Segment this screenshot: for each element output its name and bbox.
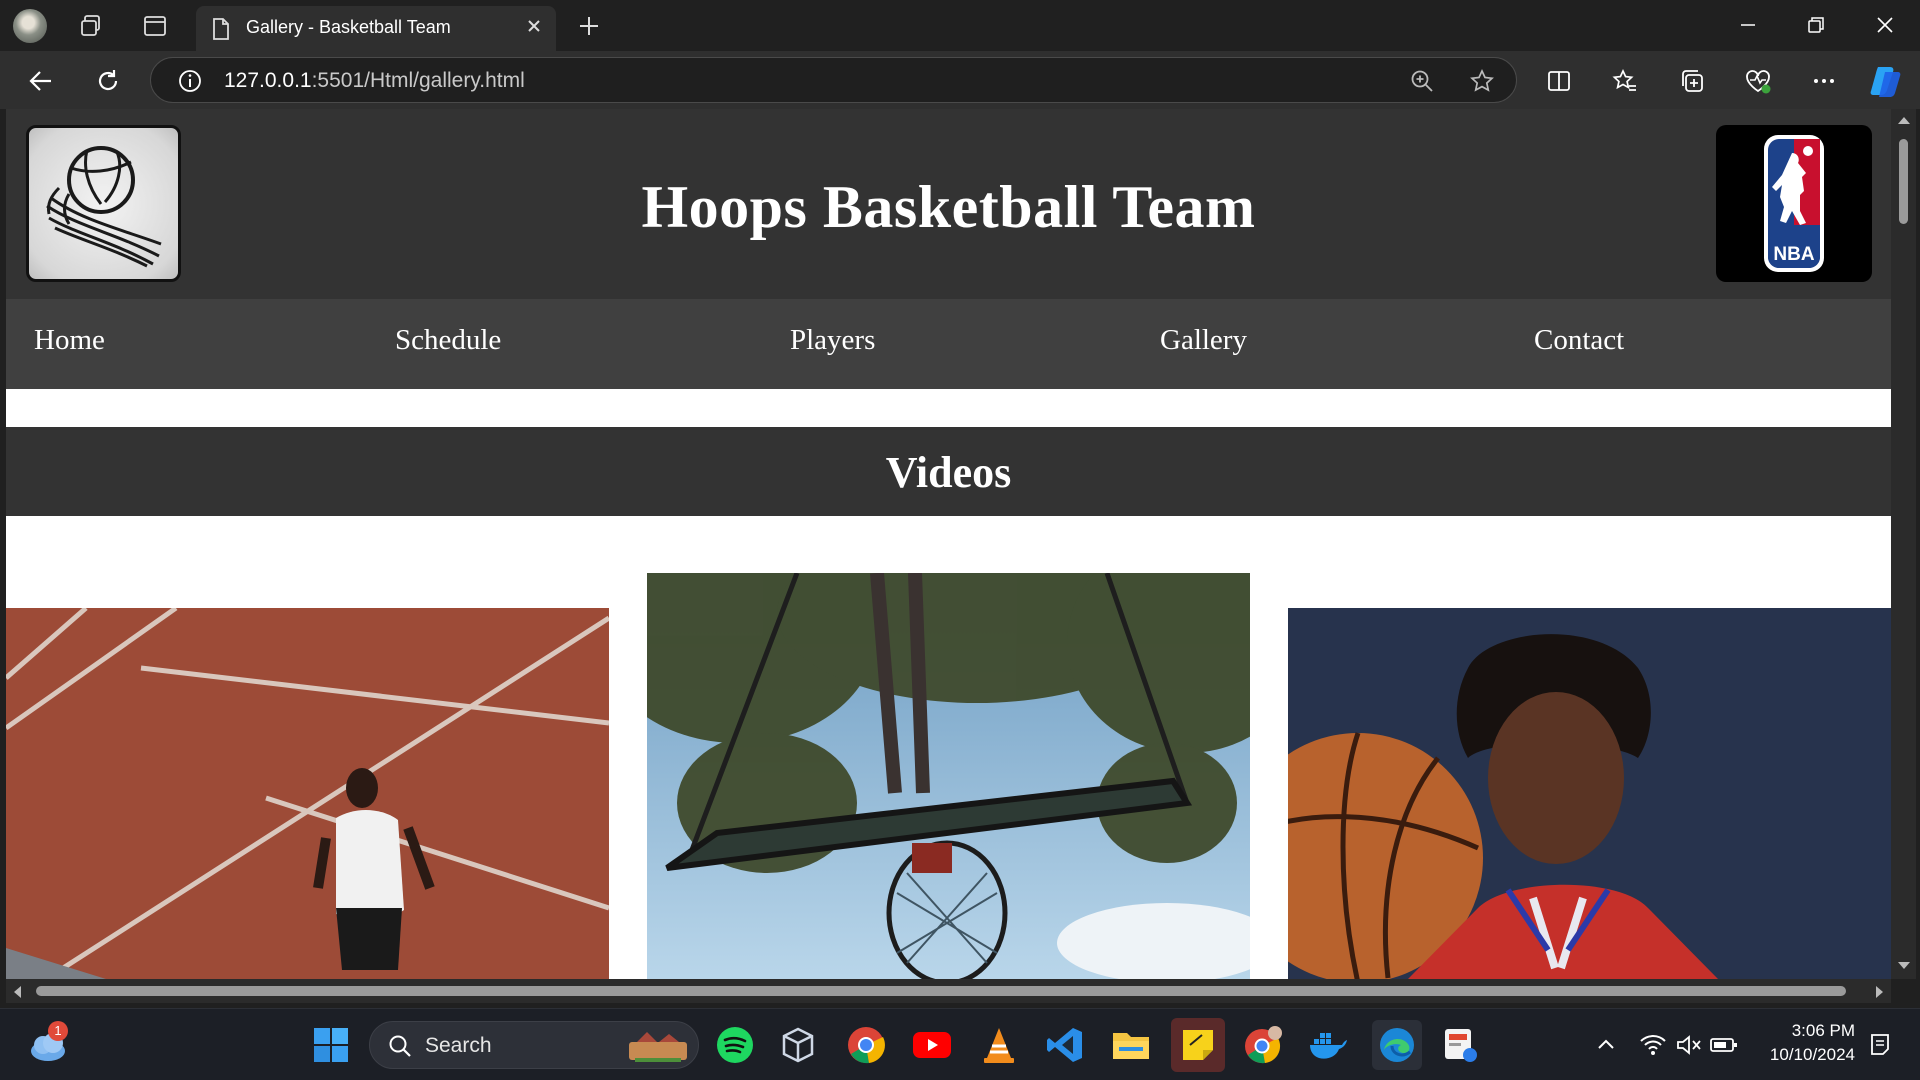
vertical-scroll-thumb[interactable]: [1899, 139, 1908, 224]
vlc-icon[interactable]: [977, 1023, 1021, 1067]
video-player-portrait[interactable]: [1288, 608, 1891, 979]
favorites-icon[interactable]: [1607, 63, 1643, 99]
tab-title: Gallery - Basketball Team: [246, 17, 451, 37]
spotify-icon[interactable]: [713, 1023, 757, 1067]
more-options-icon[interactable]: [1806, 63, 1842, 99]
horizontal-scrollbar[interactable]: [6, 979, 1891, 1003]
back-icon[interactable]: [23, 63, 59, 99]
url-text[interactable]: 127.0.0.1:5501/Html/gallery.html: [224, 69, 525, 93]
page-icon: [213, 18, 229, 40]
nav-home[interactable]: Home: [34, 324, 105, 357]
main-nav: Home Schedule Players Gallery Contact: [6, 299, 1891, 389]
virtualbox-icon[interactable]: [776, 1023, 820, 1067]
scroll-up-arrow-icon[interactable]: [1897, 115, 1911, 125]
close-window-icon[interactable]: [1862, 8, 1908, 42]
zoom-icon[interactable]: [1409, 68, 1435, 94]
clock-date: 10/10/2024: [1769, 1045, 1855, 1064]
url-host: 127.0.0.1: [224, 69, 312, 92]
nav-schedule[interactable]: Schedule: [395, 324, 501, 357]
tab-close-icon[interactable]: [524, 16, 544, 40]
search-icon: [389, 1035, 411, 1057]
browser-tab-bar: Gallery - Basketball Team: [0, 0, 1920, 51]
page-viewport: Hoops Basketball Team NBA Home Schedule …: [6, 109, 1891, 979]
browser-essentials-icon[interactable]: [1740, 63, 1776, 99]
collections-icon[interactable]: [1674, 63, 1710, 99]
start-icon[interactable]: [309, 1023, 353, 1067]
horizontal-scroll-thumb[interactable]: [36, 986, 1846, 996]
scroll-left-arrow-icon[interactable]: [12, 985, 22, 999]
video-player-court[interactable]: [6, 608, 609, 979]
minimize-icon[interactable]: [1725, 8, 1771, 42]
browser-toolbar: 127.0.0.1:5501/Html/gallery.html: [0, 51, 1920, 109]
clock[interactable]: 3:06 PM 10/10/2024: [1755, 1019, 1855, 1067]
active-tab[interactable]: Gallery - Basketball Team: [196, 6, 556, 51]
split-screen-icon[interactable]: [1541, 63, 1577, 99]
refresh-icon[interactable]: [90, 63, 126, 99]
vertical-scrollbar[interactable]: [1891, 109, 1916, 979]
vertical-tabs-icon[interactable]: [138, 9, 172, 43]
taskbar: 1 Search 3:06 PM 10/10/2024: [0, 1008, 1920, 1080]
videos-section-header: Videos: [6, 427, 1891, 516]
scroll-right-arrow-icon[interactable]: [1875, 985, 1885, 999]
notifications-icon[interactable]: [1858, 1023, 1902, 1067]
favorite-star-icon[interactable]: [1469, 68, 1495, 94]
address-bar[interactable]: 127.0.0.1:5501/Html/gallery.html: [150, 57, 1517, 103]
weather-badge: 1: [48, 1021, 68, 1041]
nba-logo: NBA: [1716, 125, 1872, 282]
vscode-icon[interactable]: [1043, 1023, 1087, 1067]
restore-icon[interactable]: [1793, 8, 1839, 42]
site-title: Hoops Basketball Team: [641, 174, 1256, 240]
chrome-profile-icon[interactable]: [1241, 1023, 1285, 1067]
sticky-notes-icon[interactable]: [1171, 1018, 1225, 1072]
workspaces-icon[interactable]: [75, 9, 109, 43]
url-path: :5501/Html/gallery.html: [311, 69, 525, 92]
search-highlight-icon: [629, 1032, 687, 1062]
weather-icon[interactable]: 1: [26, 1021, 70, 1067]
nav-players[interactable]: Players: [790, 324, 875, 357]
search-label: Search: [425, 1034, 492, 1057]
nav-gallery[interactable]: Gallery: [1160, 324, 1247, 357]
chrome-icon[interactable]: [844, 1023, 888, 1067]
scroll-down-arrow-icon[interactable]: [1897, 961, 1911, 971]
site-info-icon[interactable]: [177, 68, 203, 94]
nba-logo-text: NBA: [1773, 244, 1814, 265]
nav-contact[interactable]: Contact: [1534, 324, 1624, 357]
site-header: Hoops Basketball Team NBA: [6, 109, 1891, 299]
battery-icon[interactable]: [1702, 1023, 1746, 1067]
file-explorer-icon[interactable]: [1109, 1023, 1153, 1067]
youtube-icon[interactable]: [910, 1023, 954, 1067]
video-hoop-trees[interactable]: [647, 573, 1250, 979]
copilot-icon[interactable]: [1868, 63, 1904, 99]
taskbar-search[interactable]: Search: [369, 1021, 699, 1069]
edge-icon[interactable]: [1372, 1020, 1422, 1070]
clock-time: 3:06 PM: [1791, 1021, 1855, 1040]
docker-icon[interactable]: [1306, 1023, 1350, 1067]
new-tab-icon[interactable]: [572, 9, 606, 43]
snipping-tool-icon[interactable]: [1438, 1023, 1482, 1067]
chevron-up-icon[interactable]: [1584, 1023, 1628, 1067]
section-title: Videos: [885, 448, 1012, 497]
profile-avatar[interactable]: [13, 9, 47, 43]
